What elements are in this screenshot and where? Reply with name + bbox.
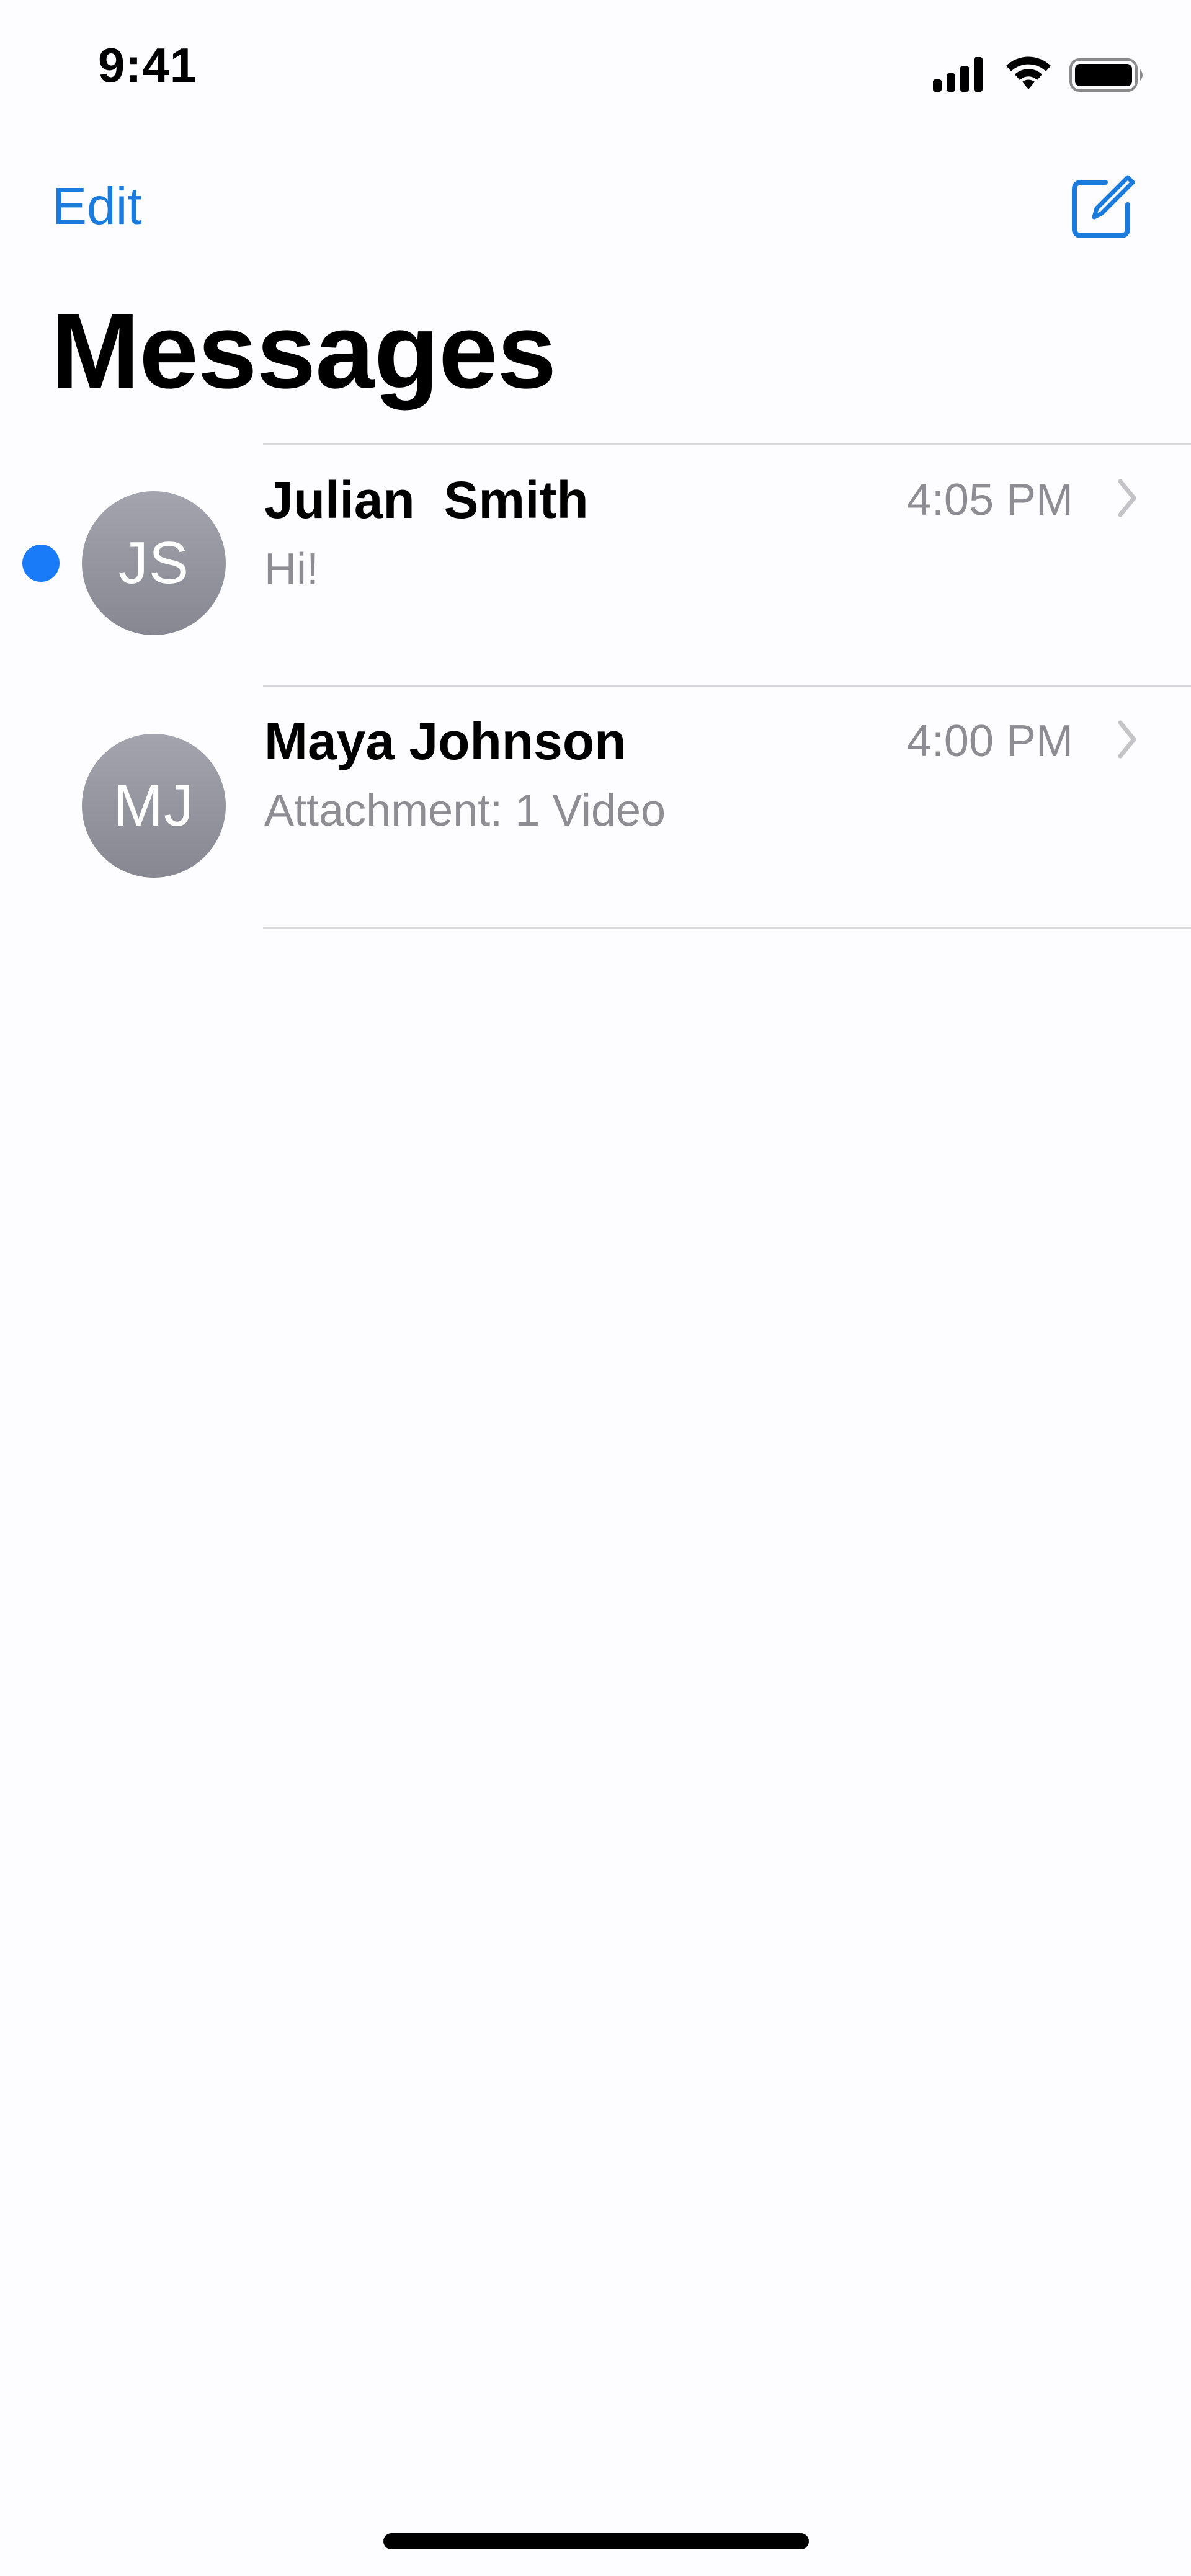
message-time: 4:05 PM: [906, 475, 1073, 525]
conversation-row-julian-smith[interactable]: JS Julian Smith 4:05 PM Hi!: [0, 445, 1191, 687]
status-bar-icons: [933, 56, 1143, 92]
battery-icon: [1069, 58, 1143, 92]
edit-button[interactable]: Edit: [52, 180, 142, 232]
avatar: MJ: [82, 734, 226, 878]
contact-name: Julian Smith: [264, 471, 589, 529]
list-divider: [263, 927, 1191, 929]
unread-dot: [22, 545, 60, 582]
message-preview: Hi!: [264, 545, 319, 594]
message-time: 4:00 PM: [906, 716, 1073, 766]
home-indicator[interactable]: [383, 2533, 809, 2549]
contact-name: Maya Johnson: [264, 712, 627, 770]
avatar-initials: JS: [118, 530, 190, 596]
compose-icon[interactable]: [1067, 172, 1138, 243]
avatar: JS: [82, 491, 226, 635]
page-title: Messages: [51, 292, 556, 411]
chevron-right-icon: [1118, 720, 1136, 759]
conversation-row-maya-johnson[interactable]: MJ Maya Johnson 4:00 PM Attachment: 1 Vi…: [0, 687, 1191, 929]
status-bar-time: 9:41: [98, 38, 198, 92]
avatar-initials: MJ: [114, 772, 194, 839]
wifi-icon: [1006, 56, 1051, 89]
cellular-signal-icon: [933, 57, 983, 92]
message-preview: Attachment: 1 Video: [264, 786, 666, 836]
chevron-right-icon: [1118, 479, 1136, 517]
